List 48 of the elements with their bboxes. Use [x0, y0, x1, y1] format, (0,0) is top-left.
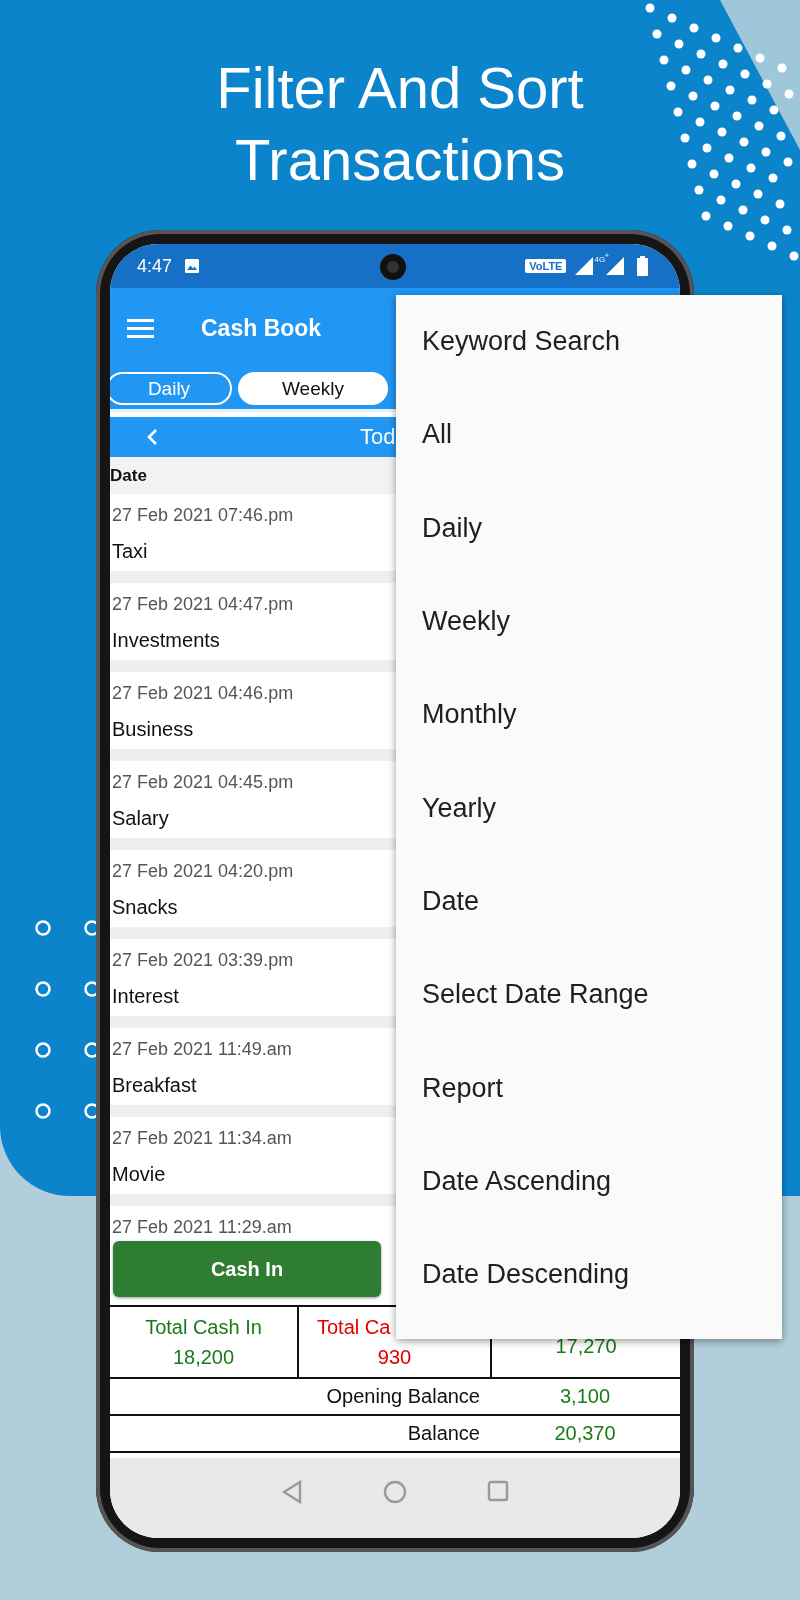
total-label: Total Cash In — [145, 1316, 262, 1338]
transaction-category: Interest — [112, 984, 179, 1009]
total-value: 930 — [377, 1346, 412, 1368]
transaction-date: 27 Feb 2021 04:20.pm — [112, 860, 294, 883]
signal-icon — [605, 256, 625, 276]
battery-icon — [637, 256, 648, 276]
home-icon[interactable] — [383, 1480, 407, 1504]
transaction-date: 27 Feb 2021 04:45.pm — [112, 771, 294, 794]
column-header: Date — [110, 465, 147, 486]
network-type: 4G$^{+}$ — [594, 252, 609, 264]
headline: Filter And Sort Transactions — [215, 54, 585, 194]
period-label: Tod — [360, 424, 396, 450]
chevron-left-icon[interactable] — [147, 428, 158, 446]
menu-item[interactable]: All — [396, 388, 782, 482]
volte-badge: VoLTE — [525, 259, 567, 273]
transaction-category: Taxi — [112, 539, 148, 564]
transaction-category: Snacks — [112, 895, 178, 920]
transaction-date: 27 Feb 2021 11:49.am — [112, 1038, 292, 1061]
cash-in-button[interactable]: Cash In — [113, 1241, 381, 1297]
transaction-category: Investments — [112, 628, 220, 653]
transaction-category: Movie — [112, 1162, 166, 1187]
period-tab[interactable]: Weekly — [238, 372, 388, 405]
balance-label: Balance — [406, 1422, 481, 1445]
menu-item[interactable]: Keyword Search — [396, 295, 782, 389]
transaction-date: 27 Feb 2021 03:39.pm — [112, 949, 294, 972]
menu-item[interactable]: Date Descending — [396, 1227, 782, 1322]
transaction-date: 27 Feb 2021 04:46.pm — [112, 682, 294, 705]
balance-value: 3,100 — [558, 1385, 612, 1408]
transaction-date: 27 Feb 2021 04:47.pm — [112, 593, 294, 616]
transaction-date: 27 Feb 2021 07:46.pm — [112, 504, 294, 527]
camera-icon — [380, 254, 406, 280]
balance-value: 20,370 — [553, 1422, 617, 1445]
transaction-category: Business — [112, 717, 194, 742]
image-icon — [184, 258, 201, 274]
transaction-date: 27 Feb 2021 11:34.am — [112, 1127, 292, 1150]
total-value: 18,200 — [172, 1346, 235, 1368]
status-time: 4:47 — [137, 255, 173, 277]
recents-icon[interactable] — [487, 1480, 509, 1502]
total-label: Total Ca — [317, 1316, 391, 1338]
transaction-category: Salary — [112, 806, 169, 831]
transaction-category: Breakfast — [112, 1073, 197, 1098]
transaction-date: 27 Feb 2021 11:29.am — [112, 1216, 292, 1237]
balance-label: Opening Balance — [325, 1385, 481, 1408]
total-value: 17,270 — [555, 1335, 617, 1357]
app-title: Cash Book — [201, 314, 322, 342]
signal-icon — [574, 256, 595, 276]
back-icon[interactable] — [281, 1480, 303, 1504]
menu-icon[interactable] — [127, 318, 154, 338]
